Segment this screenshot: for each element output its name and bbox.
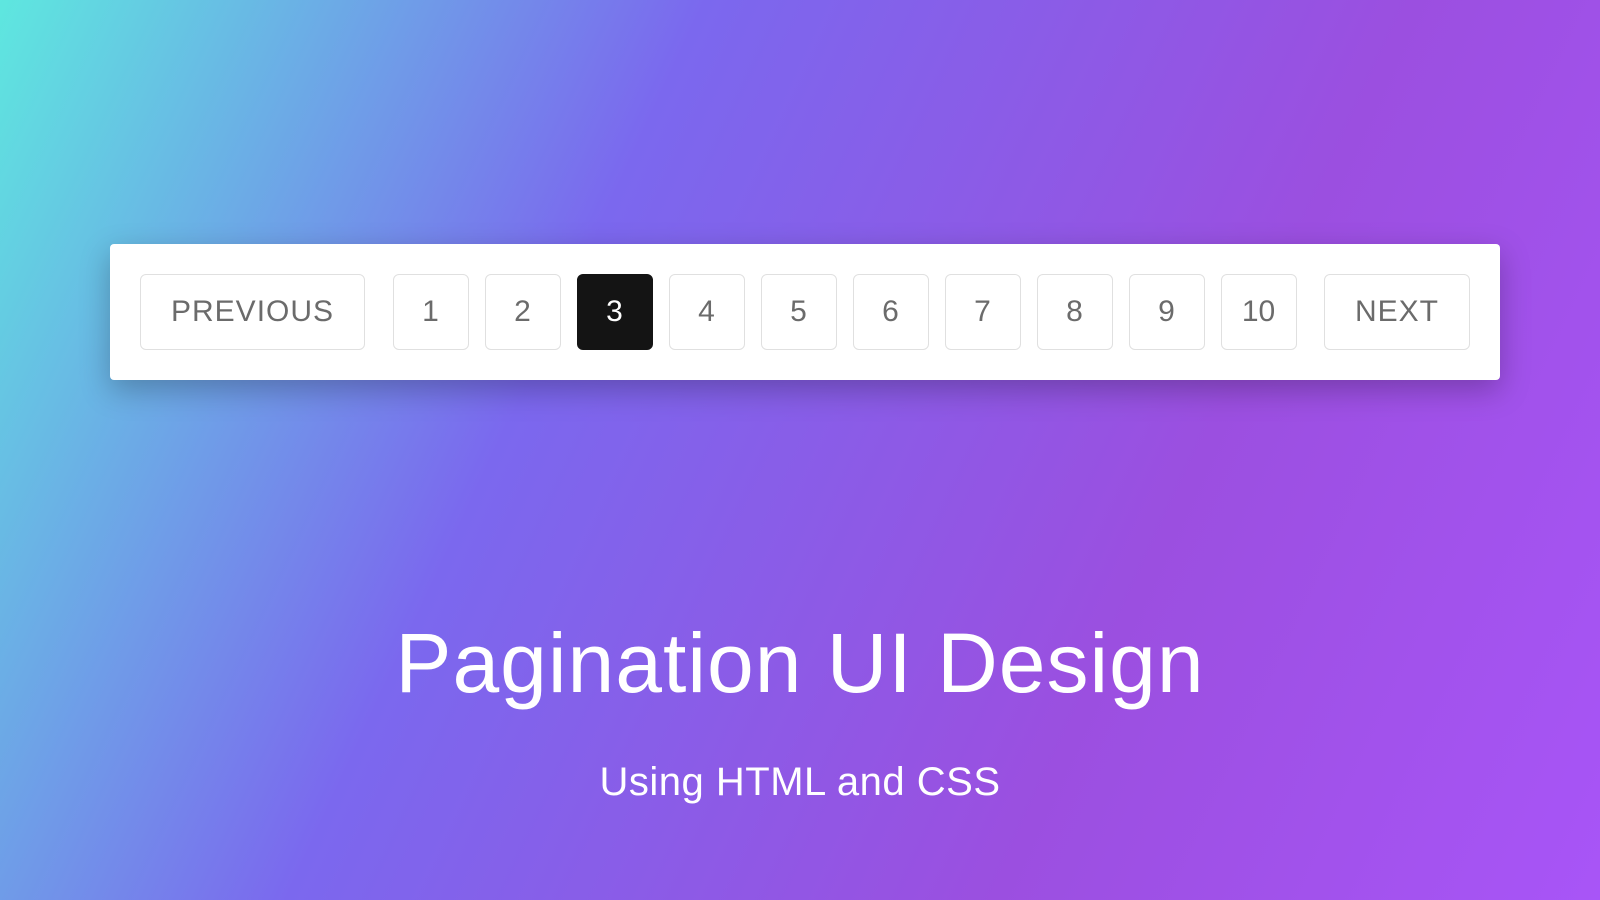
page-7-button[interactable]: 7 [945, 274, 1021, 350]
page-6-button[interactable]: 6 [853, 274, 929, 350]
page-1-button[interactable]: 1 [393, 274, 469, 350]
page-subtitle: Using HTML and CSS [0, 760, 1600, 805]
headline-section: Pagination UI Design [0, 615, 1600, 712]
page-2-button[interactable]: 2 [485, 274, 561, 350]
page-5-button[interactable]: 5 [761, 274, 837, 350]
page-10-button[interactable]: 10 [1221, 274, 1297, 350]
pagination-bar: PREVIOUS 1 2 3 4 5 6 7 8 9 10 NEXT [110, 244, 1500, 380]
page-3-button[interactable]: 3 [577, 274, 653, 350]
page-title: Pagination UI Design [0, 615, 1600, 712]
next-button[interactable]: NEXT [1324, 274, 1470, 350]
previous-button[interactable]: PREVIOUS [140, 274, 365, 350]
page-numbers-group: 1 2 3 4 5 6 7 8 9 10 [393, 274, 1297, 350]
page-8-button[interactable]: 8 [1037, 274, 1113, 350]
page-4-button[interactable]: 4 [669, 274, 745, 350]
page-9-button[interactable]: 9 [1129, 274, 1205, 350]
